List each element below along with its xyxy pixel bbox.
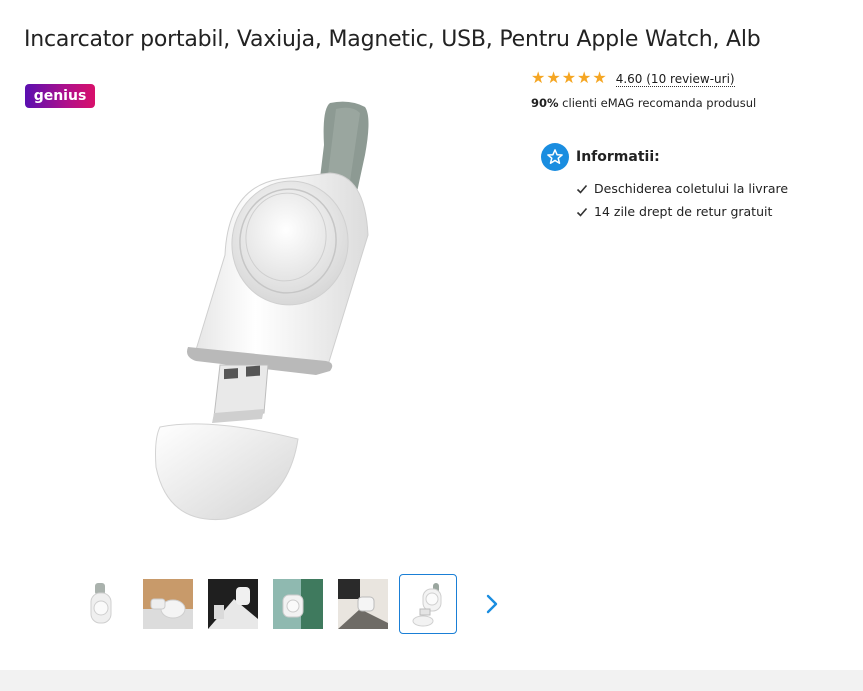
check-icon [576,184,588,194]
reviews-link[interactable]: 4.60 (10 review-uri) [615,72,735,87]
charger-dark-thumb [208,579,258,629]
info-item-label: Deschiderea coletului la livrare [594,181,789,196]
charger-front-thumb [90,583,112,624]
thumbnail-3[interactable] [204,574,262,634]
rating-summary: ★ ★ ★ ★ ★ 4.60 (10 review-uri) [531,71,735,87]
thumbnail-5[interactable] [334,574,392,634]
thumbnail-1[interactable] [72,574,130,634]
star-icon: ★ [592,70,607,87]
charger-white-thumb [412,583,442,627]
check-icon [576,207,588,217]
star-icon: ★ [561,70,577,87]
product-title: Incarcator portabil, Vaxiuja, Magnetic, … [24,27,761,52]
thumbnail-2[interactable] [139,574,197,634]
star-rating: ★ ★ ★ ★ ★ [531,71,607,87]
main-product-image[interactable] [140,95,400,535]
star-badge-icon [541,143,569,171]
star-icon: ★ [546,70,561,87]
info-item: Deschiderea coletului la livrare [576,177,788,200]
recommend-percent: 90% [531,96,559,110]
genius-badge[interactable]: genius [25,84,95,108]
charger-green-thumb [273,579,323,629]
info-section: Informatii: Deschiderea coletului la liv… [541,143,788,223]
info-item: 14 zile drept de retur gratuit [576,200,788,223]
charger-wood-thumb [143,579,193,629]
thumbnail-6[interactable] [399,574,457,634]
charger-desk-thumb [338,579,388,629]
footer-bar [0,670,863,691]
recommend-text: 90% clienti eMAG recomanda produsul [531,96,756,110]
star-icon: ★ [577,70,592,87]
star-icon: ★ [531,70,546,87]
info-title: Informatii: [576,149,660,165]
chevron-right-icon[interactable] [480,589,504,619]
recommend-label: clienti eMAG recomanda produsul [558,96,757,110]
info-item-label: 14 zile drept de retur gratuit [594,204,773,219]
thumbnail-4[interactable] [269,574,327,634]
thumbnail-strip [72,574,512,636]
